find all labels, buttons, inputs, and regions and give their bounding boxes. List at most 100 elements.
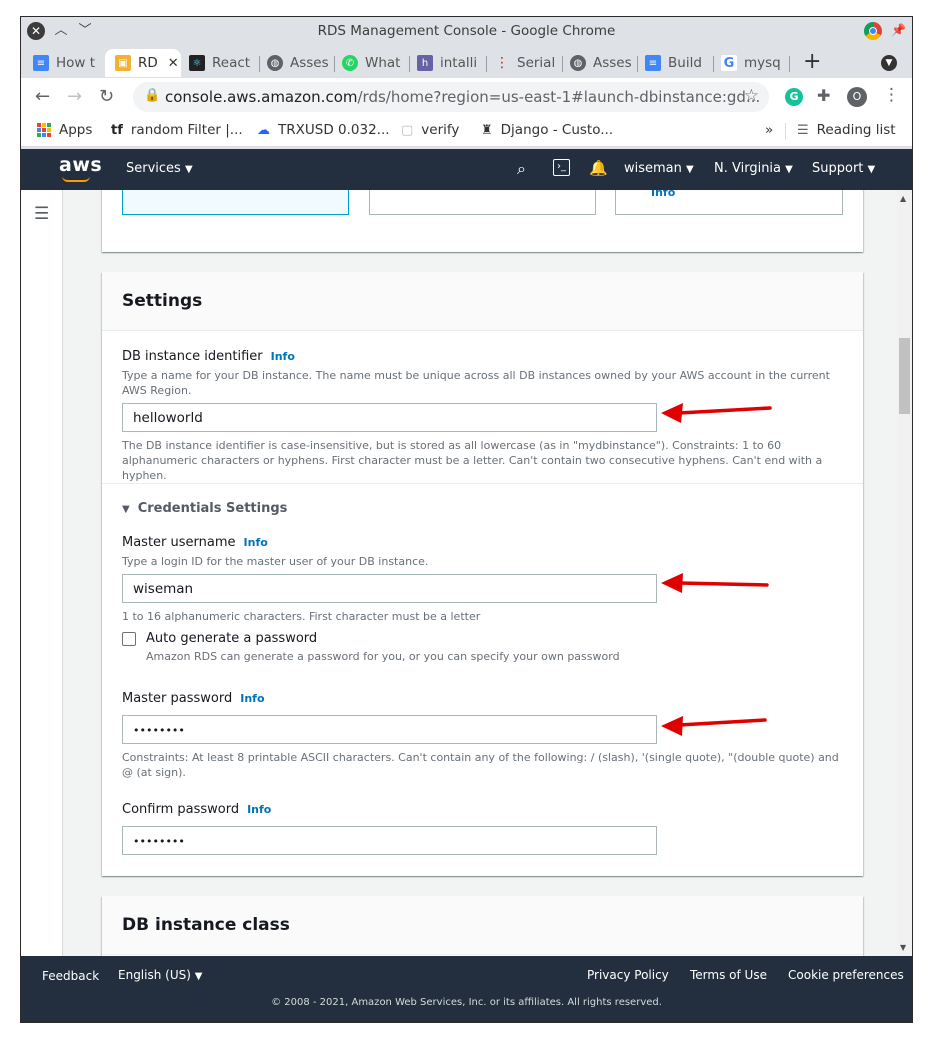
services-menu[interactable]: Services ▼ (126, 161, 193, 176)
tab-label: What (365, 55, 401, 71)
bookmark-label: TRXUSD 0.032... (278, 122, 390, 138)
aws-smile-icon (62, 176, 90, 182)
tab[interactable]: ◍ Asses (570, 49, 632, 77)
cookie-preferences-link[interactable]: Cookie preferences (788, 968, 904, 982)
bookmark-item[interactable]: ▢ verify (401, 122, 459, 138)
bookmark-label: Apps (59, 122, 93, 138)
bookmark-star-icon[interactable]: ☆ (744, 86, 759, 106)
title-bar: ✕ ︿ ﹀ RDS Management Console - Google Ch… (21, 17, 912, 45)
docs-icon: ≡ (33, 55, 49, 71)
tab[interactable]: ◍ Asses (267, 49, 329, 77)
identifier-description: Type a name for your DB instance. The na… (122, 369, 830, 397)
aws-icon: ▣ (115, 55, 131, 71)
privacy-link[interactable]: Privacy Policy (587, 968, 669, 982)
account-menu[interactable]: wiseman ▼ (624, 161, 694, 176)
language-selector[interactable]: English (US) ▼ (118, 968, 202, 982)
search-icon[interactable]: ⌕ (517, 159, 526, 179)
back-icon[interactable]: ← (35, 86, 50, 107)
forward-icon[interactable]: → (67, 86, 82, 107)
tab[interactable]: h intalli (417, 49, 479, 77)
tab[interactable]: ≡ How t (33, 49, 105, 77)
bookmark-label: random Filter |... (130, 122, 243, 138)
bookmarks-overflow-icon[interactable]: » (765, 122, 773, 138)
reading-list-label: Reading list (816, 122, 896, 138)
tab-divider (259, 56, 260, 72)
lock-icon: 🔒 (144, 88, 161, 103)
db-identifier-input[interactable]: helloworld (122, 403, 657, 432)
info-link[interactable]: Info (240, 692, 264, 705)
heroku-icon: h (417, 55, 433, 71)
tab-label: mysq (744, 55, 781, 71)
feedback-link[interactable]: Feedback (42, 969, 99, 983)
bookmark-item[interactable]: ♜ Django - Custo... (481, 122, 613, 138)
bookmark-item[interactable]: ☁ TRXUSD 0.032... (257, 122, 390, 138)
bookmark-item[interactable]: tf random Filter |... (111, 122, 243, 138)
autogen-label: Auto generate a password (146, 631, 318, 646)
master-password-input[interactable]: •••••••• (122, 715, 657, 744)
option-card-selected[interactable] (122, 190, 349, 215)
tab-label: How t (56, 55, 96, 71)
account-label: wiseman (624, 161, 682, 176)
scrollbar-thumb[interactable] (899, 338, 910, 414)
whatsapp-icon: ✆ (342, 55, 358, 71)
caret-down-icon: ▼ (785, 164, 793, 175)
notifications-bell-icon[interactable]: 🔔 (589, 159, 608, 177)
autogen-description: Amazon RDS can generate a password for y… (146, 650, 620, 663)
aws-logo[interactable]: aws (59, 154, 102, 176)
django-icon: ♜ (481, 122, 493, 138)
tab-divider (334, 56, 335, 72)
main-content: ☰ Info Settings DB instance identifier In… (21, 190, 912, 956)
extensions-icon[interactable]: ✚ (817, 86, 830, 105)
url-host: console.aws.amazon.com (165, 88, 358, 106)
side-navigation: ☰ (21, 190, 63, 956)
tab[interactable]: ✆ What (342, 49, 404, 77)
grammarly-icon[interactable]: G (785, 88, 803, 106)
google-icon: G (721, 55, 737, 71)
info-link[interactable]: Info (244, 536, 268, 549)
tab-search-icon[interactable]: ▼ (881, 55, 897, 71)
browser-toolbar: ← → ↻ 🔒 console.aws.amazon.com/rds/home?… (21, 78, 912, 116)
address-bar[interactable]: 🔒 console.aws.amazon.com/rds/home?region… (133, 82, 769, 112)
info-link[interactable]: Info (271, 350, 295, 363)
page-scrollbar[interactable]: ▲ ▼ (897, 190, 912, 956)
terms-link[interactable]: Terms of Use (690, 968, 767, 982)
globe-icon: ◍ (267, 55, 283, 71)
apps-grid-icon (37, 123, 51, 137)
option-card[interactable]: Info (615, 190, 843, 215)
scroll-up-icon[interactable]: ▲ (900, 194, 906, 203)
language-label: English (US) (118, 968, 191, 982)
tab[interactable]: ⚛ React (189, 49, 253, 77)
reload-icon[interactable]: ↻ (99, 86, 114, 107)
username-constraint: 1 to 16 alphanumeric characters. First c… (122, 610, 481, 623)
scroll-down-icon[interactable]: ▼ (900, 943, 906, 952)
info-link[interactable]: Info (247, 803, 271, 816)
master-username-input[interactable]: wiseman (122, 574, 657, 603)
aws-header: aws Services ▼ ⌕ ›_ 🔔 wiseman ▼ N. Virgi… (21, 149, 912, 190)
reading-list-button[interactable]: ☰ Reading list (797, 122, 896, 138)
identifier-label: DB instance identifier Info (122, 349, 295, 364)
bookmarks-bar: Apps tf random Filter |... ☁ TRXUSD 0.03… (21, 116, 912, 147)
option-card[interactable] (369, 190, 596, 215)
pin-icon[interactable]: 📌 (891, 23, 906, 37)
bookmark-apps[interactable]: Apps (37, 122, 92, 138)
credentials-toggle[interactable]: ▼ Credentials Settings (122, 501, 287, 516)
autogen-checkbox[interactable] (122, 632, 136, 646)
menu-kebab-icon[interactable]: ⋮ (883, 85, 900, 105)
region-menu[interactable]: N. Virginia ▼ (714, 161, 793, 176)
tab[interactable]: ⋮ Serial (494, 49, 556, 77)
new-tab-icon[interactable]: + (803, 49, 821, 74)
tab-active[interactable]: ▣ RD ✕ (105, 49, 181, 77)
identifier-label-text: DB instance identifier (122, 349, 263, 364)
confirm-password-input[interactable]: •••••••• (122, 826, 657, 855)
cloudshell-icon[interactable]: ›_ (553, 159, 570, 176)
tab-close-icon[interactable]: ✕ (168, 56, 179, 71)
tab[interactable]: G mysq (721, 49, 783, 77)
tab-divider (789, 56, 790, 72)
info-link[interactable]: Info (651, 190, 675, 199)
instance-class-panel: DB instance class (102, 896, 863, 956)
profile-avatar[interactable]: O (847, 87, 867, 107)
console-footer: Feedback English (US) ▼ Privacy Policy T… (21, 956, 912, 1022)
hamburger-menu-icon[interactable]: ☰ (34, 204, 49, 224)
support-menu[interactable]: Support ▼ (812, 161, 875, 176)
tab[interactable]: ≡ Build (645, 49, 707, 77)
